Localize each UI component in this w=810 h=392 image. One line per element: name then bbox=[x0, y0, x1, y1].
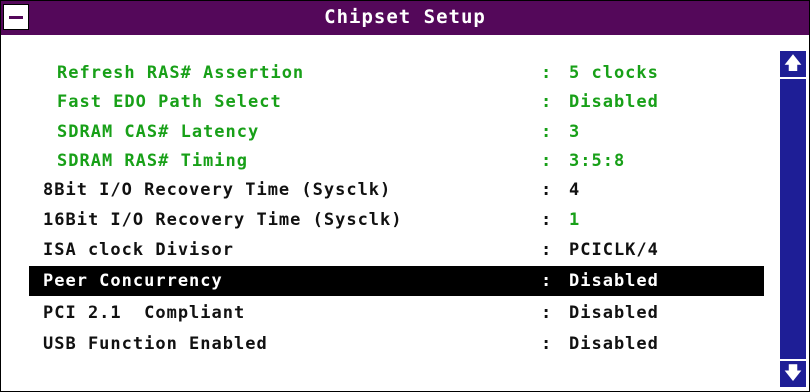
setting-row[interactable]: Fast EDO Path Select: Disabled bbox=[29, 87, 764, 117]
setting-separator: : bbox=[541, 180, 553, 200]
setting-value[interactable]: 5 clocks bbox=[569, 58, 659, 88]
setting-label: Fast EDO Path Select bbox=[57, 92, 282, 112]
window-title: Chipset Setup bbox=[324, 6, 486, 28]
setting-separator: : bbox=[541, 122, 553, 142]
setting-value[interactable]: PCICLK/4 bbox=[569, 235, 659, 265]
setting-row[interactable]: USB Function Enabled: Disabled bbox=[29, 329, 764, 359]
setting-separator: : bbox=[541, 334, 553, 354]
setting-row[interactable]: 8Bit I/O Recovery Time (Sysclk):4 bbox=[29, 175, 764, 205]
setting-value[interactable]: Disabled bbox=[569, 329, 659, 359]
setting-label: 16Bit I/O Recovery Time (Sysclk) bbox=[43, 210, 403, 230]
setting-label: ISA clock Divisor bbox=[43, 240, 234, 260]
setting-label: SDRAM CAS# Latency bbox=[57, 122, 260, 142]
scrollbar-track[interactable] bbox=[780, 79, 806, 359]
vertical-scrollbar[interactable]: 🡅 🡇 bbox=[778, 51, 808, 387]
chipset-setup-window: Chipset Setup Refresh RAS# Assertion:5 c… bbox=[0, 0, 810, 392]
setting-value[interactable]: Disabled bbox=[569, 298, 659, 328]
arrow-down-icon[interactable]: 🡇 bbox=[780, 361, 806, 387]
setting-row[interactable]: SDRAM RAS# Timing:3:5:8 bbox=[29, 146, 764, 176]
setting-value[interactable]: 3 bbox=[569, 117, 580, 147]
setting-label: USB Function Enabled bbox=[43, 334, 268, 354]
setting-label: SDRAM RAS# Timing bbox=[57, 151, 248, 171]
setting-value[interactable]: 1 bbox=[569, 205, 580, 235]
setting-separator: : bbox=[541, 151, 553, 171]
setting-value[interactable]: 4 bbox=[569, 175, 580, 205]
setting-value[interactable]: 3:5:8 bbox=[569, 146, 625, 176]
setting-separator: : bbox=[541, 271, 553, 291]
setting-label: Refresh RAS# Assertion bbox=[57, 63, 305, 83]
setting-label: PCI 2.1 Compliant bbox=[43, 303, 246, 323]
setting-separator: : bbox=[541, 92, 553, 112]
setting-value[interactable]: Disabled bbox=[569, 266, 659, 296]
setting-separator: : bbox=[541, 303, 553, 323]
title-bar: Chipset Setup bbox=[1, 1, 809, 35]
setting-row[interactable]: SDRAM CAS# Latency:3 bbox=[29, 117, 764, 147]
setting-row[interactable]: ISA clock Divisor: PCICLK/4 bbox=[29, 235, 764, 265]
setting-label: 8Bit I/O Recovery Time (Sysclk) bbox=[43, 180, 392, 200]
setting-separator: : bbox=[541, 210, 553, 230]
setting-row[interactable]: Peer Concurrency: Disabled bbox=[29, 266, 764, 296]
setting-row[interactable]: Refresh RAS# Assertion:5 clocks bbox=[29, 58, 764, 88]
setting-value[interactable]: Disabled bbox=[569, 87, 659, 117]
setting-label: Peer Concurrency bbox=[43, 271, 223, 291]
setting-row[interactable]: 16Bit I/O Recovery Time (Sysclk):1 bbox=[29, 205, 764, 235]
setting-separator: : bbox=[541, 63, 553, 83]
arrow-up-icon[interactable]: 🡅 bbox=[780, 51, 806, 77]
setting-separator: : bbox=[541, 240, 553, 260]
setting-row[interactable]: PCI 2.1 Compliant: Disabled bbox=[29, 298, 764, 328]
